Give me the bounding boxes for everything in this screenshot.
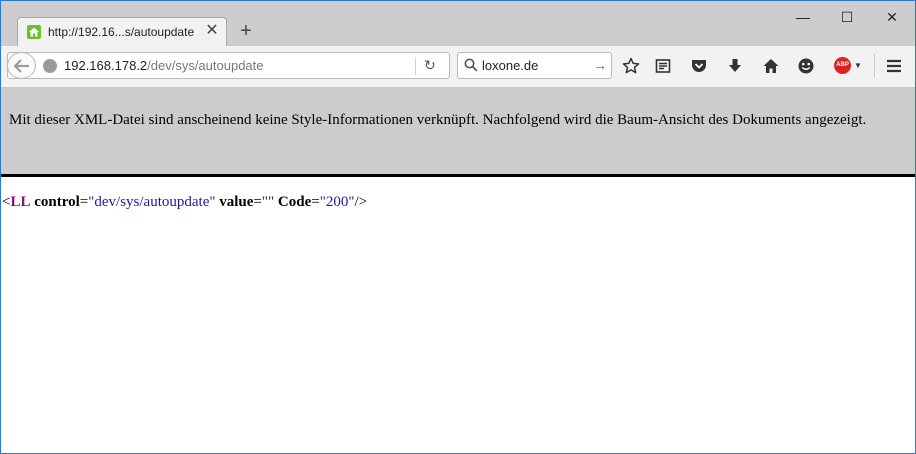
url-text[interactable]: 192.168.178.2/dev/sys/autoupdate (64, 58, 264, 73)
tab-title: http://192.16...s/autoupdate (48, 25, 195, 39)
reload-icon[interactable]: ↻ (424, 58, 438, 72)
home-favicon-icon (27, 25, 41, 39)
back-button[interactable] (7, 52, 36, 79)
search-go-icon[interactable]: → (593, 57, 607, 73)
xml-attr-value-name: value (219, 194, 254, 210)
search-icon (464, 58, 478, 72)
browser-window: http://192.16...s/autoupdate ✕ + — ☐ ✕ 1… (0, 0, 916, 454)
hamburger-menu-icon[interactable] (885, 57, 903, 75)
new-tab-button[interactable]: + (237, 21, 255, 41)
navigation-toolbar: 192.168.178.2/dev/sys/autoupdate ↻ loxon… (1, 46, 915, 88)
xml-equals: = (311, 194, 320, 210)
bookmark-star-icon[interactable] (622, 57, 640, 75)
url-bar[interactable]: 192.168.178.2/dev/sys/autoupdate ↻ (7, 52, 450, 79)
toolbar-separator (874, 54, 875, 78)
xml-close-bracket: /> (354, 194, 368, 210)
xml-attr-code-name: Code (277, 194, 312, 210)
home-icon[interactable] (762, 57, 780, 75)
xml-element-line: <LL control="dev/sys/autoupdate" value="… (2, 194, 367, 211)
tab-close-icon[interactable]: ✕ (204, 23, 220, 39)
xml-attr-code-value: "200" (319, 194, 355, 210)
url-separator (415, 57, 416, 75)
hello-smiley-icon[interactable] (797, 57, 815, 75)
xml-attr-control-value: "dev/sys/autoupdate" (88, 194, 216, 210)
search-bar[interactable]: loxone.de → (457, 52, 612, 79)
globe-icon[interactable] (43, 59, 57, 73)
download-icon[interactable] (726, 57, 744, 75)
minimize-button[interactable]: — (788, 7, 818, 27)
xml-attr-control-name: control (34, 194, 80, 210)
pocket-icon[interactable] (690, 57, 708, 75)
adblock-plus-icon[interactable]: ABP (834, 57, 851, 74)
xml-equals: = (79, 194, 89, 210)
maximize-button[interactable]: ☐ (832, 7, 862, 27)
xml-info-text: Mit dieser XML-Datei sind anscheinend ke… (9, 112, 867, 128)
xml-equals: = (253, 194, 262, 210)
xml-attr-value-value: "" (261, 194, 275, 210)
xml-tag-name: LL (10, 194, 31, 210)
url-path: /dev/sys/autoupdate (147, 58, 264, 73)
adblock-dropdown-icon[interactable]: ▼ (854, 57, 862, 74)
search-input[interactable]: loxone.de (482, 58, 538, 73)
url-host: 192.168.178.2 (64, 58, 148, 73)
close-window-button[interactable]: ✕ (877, 7, 907, 27)
reading-list-icon[interactable] (654, 57, 672, 75)
xml-info-banner: Mit dieser XML-Datei sind anscheinend ke… (1, 88, 915, 177)
tab-strip: http://192.16...s/autoupdate ✕ + — ☐ ✕ (1, 1, 915, 47)
tab-autoupdate[interactable]: http://192.16...s/autoupdate ✕ (17, 17, 227, 47)
